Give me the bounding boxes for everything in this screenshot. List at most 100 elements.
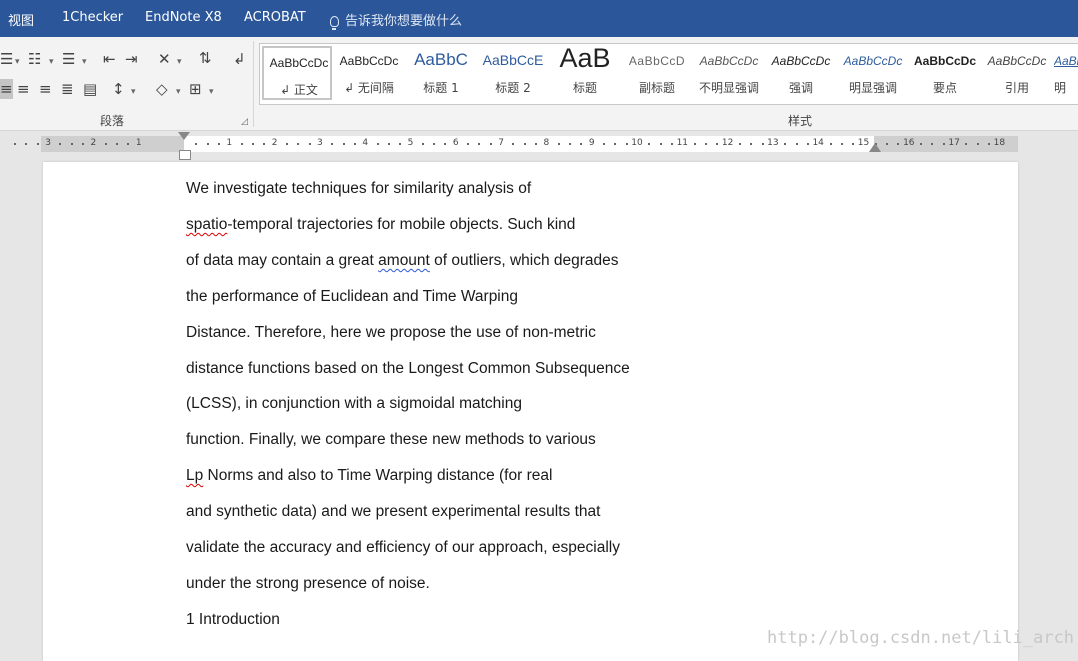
borders-dropdown-icon[interactable]: ▾ bbox=[209, 84, 214, 100]
style-title[interactable]: AaB 标题 bbox=[550, 44, 620, 100]
multilevel-dropdown-icon[interactable]: ▾ bbox=[82, 54, 87, 70]
ruler-tick bbox=[353, 143, 356, 145]
ruler-tick bbox=[920, 143, 923, 145]
align-center-icon[interactable]: ≡ bbox=[17, 81, 30, 97]
style-heading-2[interactable]: AaBbCcE 标题 2 bbox=[478, 46, 548, 100]
document-page[interactable]: We investigate techniques for similarity… bbox=[43, 162, 1018, 661]
multilevel-list-icon[interactable]: ☰ bbox=[62, 51, 75, 67]
align-left-icon[interactable]: ≡ bbox=[0, 81, 13, 97]
bullets-dropdown-icon[interactable]: ▾ bbox=[15, 54, 20, 70]
text-run: function. Finally, we compare these new … bbox=[186, 431, 596, 449]
group-separator bbox=[253, 41, 254, 127]
style-strong[interactable]: AaBbCcDc 要点 bbox=[910, 46, 980, 100]
ruler-tick bbox=[886, 143, 889, 145]
right-indent-marker[interactable] bbox=[869, 143, 881, 152]
ruler-tick bbox=[489, 143, 492, 145]
ruler-number: 18 bbox=[993, 138, 1006, 148]
ruler-number: 5 bbox=[407, 138, 414, 148]
ruler-tick bbox=[376, 143, 379, 145]
document-line[interactable]: of data may contain a great amount of ou… bbox=[186, 252, 619, 270]
ruler-tick bbox=[569, 143, 572, 145]
tab-1checker[interactable]: 1Checker bbox=[62, 10, 123, 25]
text-run: -temporal trajectories for mobile object… bbox=[227, 215, 576, 233]
tab-view[interactable]: 视图 bbox=[8, 10, 34, 29]
first-line-indent-marker[interactable] bbox=[178, 132, 190, 140]
style-intense-quote[interactable]: AaBl 明 bbox=[1054, 46, 1078, 100]
document-line[interactable]: function. Finally, we compare these new … bbox=[186, 431, 596, 449]
shading-icon[interactable]: ◇ bbox=[156, 81, 168, 97]
ruler-number: 9 bbox=[588, 138, 595, 148]
bullets-icon[interactable]: ☰ bbox=[0, 51, 13, 67]
document-line[interactable]: Distance. Therefore, here we propose the… bbox=[186, 324, 596, 342]
style-subtitle[interactable]: AaBbCcD 副标题 bbox=[622, 46, 692, 100]
distributed-icon[interactable]: ▤ bbox=[83, 81, 97, 97]
shading-dropdown-icon[interactable]: ▾ bbox=[176, 84, 181, 100]
line-spacing-icon[interactable]: ↕ bbox=[112, 81, 125, 97]
ruler-number: 7 bbox=[498, 138, 504, 148]
document-line[interactable]: spatio-temporal trajectories for mobile … bbox=[186, 216, 575, 234]
numbering-dropdown-icon[interactable]: ▾ bbox=[49, 54, 54, 70]
ruler-tick bbox=[614, 143, 617, 145]
style-name: 标题 1 bbox=[423, 81, 459, 95]
style-intense-emphasis[interactable]: AaBbCcDc 明显强调 bbox=[838, 46, 908, 100]
spelling-flagged-word: Lp bbox=[186, 467, 204, 485]
increase-indent-icon[interactable]: ⇥ bbox=[125, 51, 138, 67]
document-line[interactable]: distance functions based on the Longest … bbox=[186, 360, 630, 378]
chinese-layout-icon[interactable]: ✕ bbox=[158, 51, 171, 67]
style-subtle-emphasis[interactable]: AaBbCcDc 不明显强调 bbox=[694, 46, 764, 100]
style-quote[interactable]: AaBbCcDc 引用 bbox=[982, 46, 1052, 100]
sort-icon[interactable]: ⇅ bbox=[199, 50, 212, 66]
ruler-number: 2 bbox=[90, 138, 97, 148]
tab-acrobat[interactable]: ACROBAT bbox=[244, 10, 306, 25]
style-no-spacing[interactable]: AaBbCcDc ↲ 无间隔 bbox=[334, 46, 404, 100]
style-heading-1[interactable]: AaBbC 标题 1 bbox=[406, 46, 476, 100]
styles-group-label: 样式 bbox=[788, 114, 813, 128]
borders-icon[interactable]: ⊞ bbox=[189, 81, 202, 97]
ruler-tick bbox=[931, 143, 934, 145]
document-line[interactable]: We investigate techniques for similarity… bbox=[186, 180, 531, 198]
ruler-tick bbox=[263, 143, 266, 145]
style-normal[interactable]: AaBbCcDc ↲ 正文 bbox=[262, 46, 332, 100]
align-right-icon[interactable]: ≡ bbox=[39, 81, 52, 97]
style-sample: AaBbCcDc bbox=[771, 54, 831, 68]
text-run: Distance. Therefore, here we propose the… bbox=[186, 323, 596, 341]
tab-endnote[interactable]: EndNote X8 bbox=[145, 10, 222, 25]
document-line[interactable]: validate the accuracy and efficiency of … bbox=[186, 539, 620, 557]
ruler-left-margin bbox=[41, 136, 184, 152]
style-sample: AaBbCcDc bbox=[987, 54, 1047, 68]
show-formatting-icon[interactable]: ↲ bbox=[233, 51, 246, 67]
ruler-tick bbox=[308, 143, 311, 145]
style-emphasis[interactable]: AaBbCcDc 强调 bbox=[766, 46, 836, 100]
document-line[interactable]: (LCSS), in conjunction with a sigmoidal … bbox=[186, 395, 522, 413]
ruler-number: 16 bbox=[903, 138, 915, 148]
ruler-tick bbox=[421, 143, 424, 145]
paragraph-launcher-icon[interactable]: ◿ bbox=[241, 117, 248, 127]
document-line[interactable]: Lp Norms and also to Time Warping distan… bbox=[186, 467, 552, 485]
document-line[interactable]: under the strong presence of noise. bbox=[186, 575, 430, 593]
lightbulb-icon bbox=[330, 16, 339, 30]
ruler-tick bbox=[240, 143, 243, 145]
tell-me-box[interactable]: 告诉我你想要做什么 bbox=[330, 10, 462, 30]
text-run: distance functions based on the Longest … bbox=[186, 359, 630, 377]
ruler-tick bbox=[285, 143, 288, 145]
decrease-indent-icon[interactable]: ⇤ bbox=[103, 51, 116, 67]
ruler-tick bbox=[965, 143, 968, 145]
document-line[interactable]: 1 Introduction bbox=[186, 611, 280, 629]
style-name: 不明显强调 bbox=[698, 81, 759, 95]
line-spacing-dropdown-icon[interactable]: ▾ bbox=[131, 84, 136, 100]
text-run: (LCSS), in conjunction with a sigmoidal … bbox=[186, 395, 522, 413]
document-line[interactable]: and synthetic data) and we present exper… bbox=[186, 503, 600, 521]
ruler-tick bbox=[693, 143, 696, 145]
spelling-flagged-word: amount bbox=[378, 251, 430, 269]
document-line[interactable]: the performance of Euclidean and Time Wa… bbox=[186, 288, 518, 306]
justify-icon[interactable]: ≣ bbox=[61, 81, 74, 97]
ruler-tick bbox=[829, 143, 832, 145]
ruler-tick bbox=[297, 143, 300, 145]
left-indent-marker[interactable] bbox=[179, 150, 191, 160]
chinese-layout-dropdown-icon[interactable]: ▾ bbox=[177, 54, 182, 70]
ruler-tick bbox=[127, 143, 130, 145]
ribbon: ☰ ▾ ☷ ▾ ☰ ▾ ⇤ ⇥ ✕ ▾ ⇅ ↲ ≡ ≡ ≡ ≣ ▤ ↕ ▾ ◇ … bbox=[0, 37, 1078, 131]
numbering-icon[interactable]: ☷ bbox=[28, 51, 41, 67]
ruler-number: 10 bbox=[631, 138, 643, 148]
ruler-tick bbox=[82, 143, 85, 145]
